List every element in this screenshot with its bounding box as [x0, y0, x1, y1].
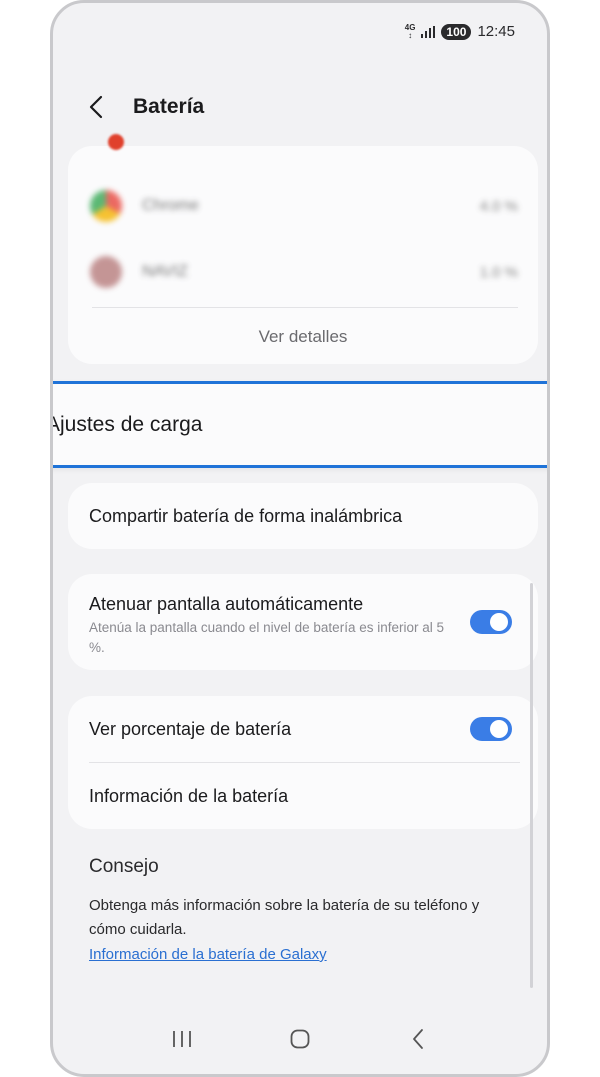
battery-icon: 100 — [441, 23, 472, 40]
wireless-share-label: Compartir batería de forma inalámbrica — [89, 505, 403, 526]
auto-dim-subtitle: Atenúa la pantalla cuando el nivel de ba… — [89, 620, 444, 655]
back-nav-icon[interactable] — [398, 1024, 438, 1054]
app-percent: 1.0 % — [479, 263, 518, 281]
auto-dim-item[interactable]: Atenuar pantalla automáticamente Atenúa … — [68, 574, 538, 670]
back-arrow-icon[interactable] — [89, 93, 111, 121]
app-icon-partial — [108, 134, 124, 150]
status-bar: 4G ↕ 100 12:45 — [405, 23, 515, 40]
home-icon[interactable] — [280, 1024, 320, 1054]
battery-percentage-label: Ver porcentaje de batería — [89, 718, 292, 739]
charging-settings-item[interactable]: Ajustes de carga — [50, 381, 547, 468]
network-icon: 4G ↕ — [404, 22, 416, 40]
view-details-button[interactable]: Ver detalles — [68, 327, 538, 347]
battery-info-label: Información de la batería — [89, 785, 289, 806]
auto-dim-toggle[interactable] — [470, 610, 512, 634]
battery-options-card: Ver porcentaje de batería Información de… — [68, 696, 538, 829]
app-name: NAVIZ — [142, 263, 188, 280]
page-header: Batería — [89, 93, 204, 121]
app-usage-row: Chrome 4.0 % — [90, 186, 518, 226]
divider — [92, 307, 518, 308]
chrome-icon — [90, 190, 122, 222]
app-usage-card: Chrome 4.0 % NAVIZ 1.0 % Ver detalles — [68, 134, 538, 364]
tip-text: Obtenga más información sobre la batería… — [89, 897, 480, 938]
status-time: 12:45 — [477, 23, 515, 40]
wireless-share-item[interactable]: Compartir batería de forma inalámbrica — [68, 483, 538, 549]
app-name: Chrome — [142, 197, 199, 214]
page-title: Batería — [133, 95, 205, 118]
app-icon — [90, 256, 122, 288]
scrollbar[interactable] — [530, 583, 533, 988]
galaxy-battery-info-link[interactable]: Información de la batería de Galaxy — [89, 946, 509, 963]
battery-percentage-item[interactable]: Ver porcentaje de batería — [89, 696, 538, 762]
app-usage-row: NAVIZ 1.0 % — [90, 252, 518, 292]
battery-percentage-toggle[interactable] — [470, 717, 512, 741]
charging-settings-label: Ajustes de carga — [50, 412, 203, 436]
auto-dim-title: Atenuar pantalla automáticamente — [89, 594, 364, 614]
navigation-bar — [53, 1024, 547, 1054]
phone-frame: 4G ↕ 100 12:45 Batería Chrome 4.0 % NAVI… — [50, 0, 550, 1077]
app-percent: 4.0 % — [479, 197, 518, 215]
battery-info-item[interactable]: Información de la batería — [89, 763, 538, 829]
tip-title: Consejo — [89, 856, 159, 877]
recent-apps-icon[interactable] — [162, 1024, 202, 1054]
signal-icon — [421, 25, 436, 38]
tip-section: Consejo Obtenga más información sobre la… — [89, 856, 509, 963]
